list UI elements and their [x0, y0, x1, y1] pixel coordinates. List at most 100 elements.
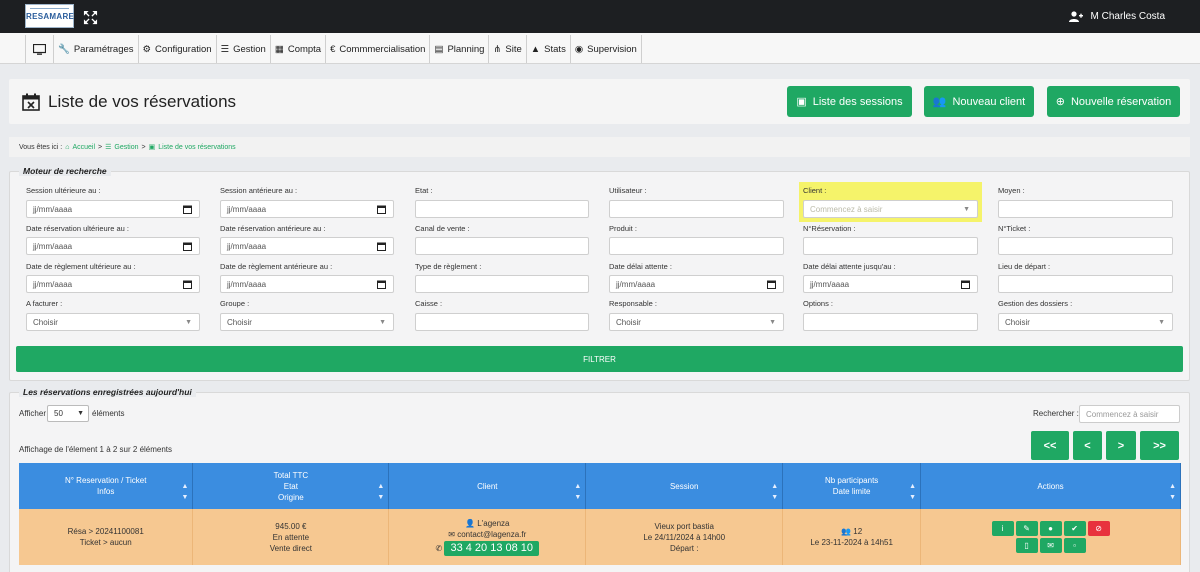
- menu-stats[interactable]: ▲ Stats: [525, 35, 571, 63]
- session-after-input[interactable]: jj/mm/aaaa: [26, 200, 200, 218]
- search-label: Rechercher :: [1033, 409, 1079, 418]
- menu-configuration[interactable]: ⚙ Configuration: [137, 35, 217, 63]
- edit-icon[interactable]: ✎: [1015, 521, 1038, 536]
- breadcrumb-current[interactable]: Liste de vos réservations: [158, 144, 235, 151]
- results-legend: Les réservations enregistrées aujourd'hu…: [19, 387, 196, 397]
- calendar-x-icon: [22, 93, 40, 111]
- chevron-down-icon: ▼: [185, 319, 192, 326]
- filter-button[interactable]: FILTRER: [16, 346, 1183, 372]
- user-name: M Charles Costa: [1090, 11, 1165, 22]
- mobile-icon[interactable]: ▫: [1063, 538, 1086, 553]
- envelope-icon[interactable]: ✉: [1039, 538, 1062, 553]
- col-reservation[interactable]: N° Reservation / Ticket Infos ▲ ▼: [19, 463, 194, 509]
- label-facturer: A facturer :: [26, 299, 63, 308]
- sessions-list-button[interactable]: ▣ Liste des sessions: [787, 86, 912, 117]
- num-reservation-input[interactable]: [803, 237, 978, 255]
- prev-page-button[interactable]: <: [1073, 431, 1102, 460]
- menu-planning[interactable]: ▤ Planning: [429, 35, 490, 63]
- user-menu[interactable]: M Charles Costa: [1068, 11, 1165, 22]
- check-icon[interactable]: ✔: [1063, 521, 1086, 536]
- caisse-input[interactable]: [415, 313, 589, 331]
- chevron-down-icon: ▼: [77, 410, 84, 417]
- phone-icon: ✆: [435, 544, 443, 553]
- label-moyen: Moyen :: [998, 186, 1025, 195]
- breadcrumb-gestion[interactable]: Gestion: [114, 144, 138, 151]
- user-icon[interactable]: ●: [1039, 521, 1062, 536]
- utilisateur-input[interactable]: [609, 200, 784, 218]
- num-ticket-input[interactable]: [998, 237, 1173, 255]
- info-icon[interactable]: i: [991, 521, 1014, 536]
- reg-before-input[interactable]: jj/mm/aaaa: [220, 275, 394, 293]
- menu-compta[interactable]: ▦ Compta: [269, 35, 327, 63]
- calendar-icon[interactable]: [183, 205, 192, 214]
- page-length-select[interactable]: 50 ▼: [47, 405, 89, 422]
- sort-icon: ▲ ▼: [377, 483, 385, 501]
- col-client[interactable]: Client ▲ ▼: [388, 463, 587, 509]
- list-icon: ☰: [220, 43, 230, 55]
- calculator-icon: ▦: [274, 43, 284, 55]
- menu-commercialisation[interactable]: € Commmercialisation: [325, 35, 431, 63]
- new-client-button[interactable]: 👥 Nouveau client: [924, 86, 1034, 117]
- label-produit: Produit :: [609, 224, 637, 233]
- res-after-input[interactable]: jj/mm/aaaa: [26, 237, 200, 255]
- col-participants[interactable]: Nb participants Date limite ▲ ▼: [782, 463, 922, 509]
- col-actions[interactable]: Actions ▲ ▼: [920, 463, 1181, 509]
- last-page-button[interactable]: >>: [1140, 431, 1179, 460]
- table-search-input[interactable]: Commencez à saisir: [1079, 405, 1180, 423]
- gears-icon: ⚙: [142, 43, 152, 55]
- depart-input[interactable]: [998, 275, 1173, 293]
- groupe-select[interactable]: Choisir ▼: [220, 313, 394, 331]
- logo-text: RESAMARE: [26, 12, 75, 21]
- client-email[interactable]: contact@lagenza.fr: [457, 530, 526, 539]
- users-icon: 👥: [932, 96, 947, 108]
- reg-after-input[interactable]: jj/mm/aaaa: [26, 275, 200, 293]
- type-reglement-input[interactable]: [415, 275, 589, 293]
- res-before-input[interactable]: jj/mm/aaaa: [220, 237, 394, 255]
- calendar-icon[interactable]: [377, 280, 386, 289]
- calendar-icon[interactable]: [767, 280, 776, 289]
- options-input[interactable]: [803, 313, 978, 331]
- moyen-input[interactable]: [998, 200, 1173, 218]
- col-session[interactable]: Session ▲ ▼: [585, 463, 784, 509]
- canal-input[interactable]: [415, 237, 589, 255]
- label-num-reservation: N°Réservation :: [803, 224, 856, 233]
- next-page-button[interactable]: >: [1106, 431, 1136, 460]
- delai-until-input[interactable]: jj/mm/aaaa: [803, 275, 978, 293]
- first-page-button[interactable]: <<: [1031, 431, 1069, 460]
- menu-site[interactable]: ⋔ Site: [488, 35, 527, 63]
- menu-parametrages[interactable]: 🔧 Paramétrages: [53, 35, 139, 63]
- etat-input[interactable]: [415, 200, 589, 218]
- calendar-icon[interactable]: [377, 205, 386, 214]
- breadcrumb-accueil[interactable]: Accueil: [72, 144, 95, 151]
- session-before-input[interactable]: jj/mm/aaaa: [220, 200, 394, 218]
- facturer-select[interactable]: Choisir ▼: [26, 313, 200, 331]
- user-icon: 👤: [465, 519, 476, 528]
- page-header: Liste de vos réservations ▣ Liste des ses…: [9, 79, 1190, 124]
- responsable-select[interactable]: Choisir ▼: [609, 313, 784, 331]
- calendar-icon[interactable]: [961, 280, 970, 289]
- calendar-icon[interactable]: [377, 242, 386, 251]
- cell-total: 945.00 € En attente Vente direct: [192, 509, 390, 565]
- menu-supervision[interactable]: ◉ Supervision: [569, 35, 642, 63]
- menu-home[interactable]: [25, 35, 54, 63]
- dossiers-select[interactable]: Choisir ▼: [998, 313, 1173, 331]
- new-reservation-button[interactable]: ⊕ Nouvelle réservation: [1047, 86, 1180, 117]
- produit-input[interactable]: [609, 237, 784, 255]
- document-icon[interactable]: ▯: [1015, 538, 1038, 553]
- delai-input[interactable]: jj/mm/aaaa: [609, 275, 784, 293]
- breadcrumb: Vous êtes ici : ⌂ Accueil > ☰ Gestion > …: [9, 137, 1190, 157]
- client-autocomplete[interactable]: Commencez à saisir ▼: [803, 200, 978, 218]
- col-total[interactable]: Total TTC Etat Origine ▲ ▼: [192, 463, 390, 509]
- sort-icon: ▲ ▼: [181, 483, 189, 501]
- client-phone-button[interactable]: 33 4 20 13 08 10: [444, 541, 540, 556]
- calendar-icon[interactable]: [183, 280, 192, 289]
- calendar-icon[interactable]: [183, 242, 192, 251]
- resamare-logo[interactable]: RESAMARE: [25, 4, 74, 28]
- cell-client: 👤 L'agenza ✉ contact@lagenza.fr ✆ 33 4 2…: [388, 509, 587, 565]
- menu-gestion[interactable]: ☰ Gestion: [215, 35, 271, 63]
- label-res-after: Date réservation ultérieure au :: [26, 224, 129, 233]
- label-groupe: Groupe :: [220, 299, 250, 308]
- cancel-icon[interactable]: ⊘: [1087, 521, 1110, 536]
- expand-icon[interactable]: [83, 10, 98, 25]
- chart-icon: ▲: [530, 43, 541, 55]
